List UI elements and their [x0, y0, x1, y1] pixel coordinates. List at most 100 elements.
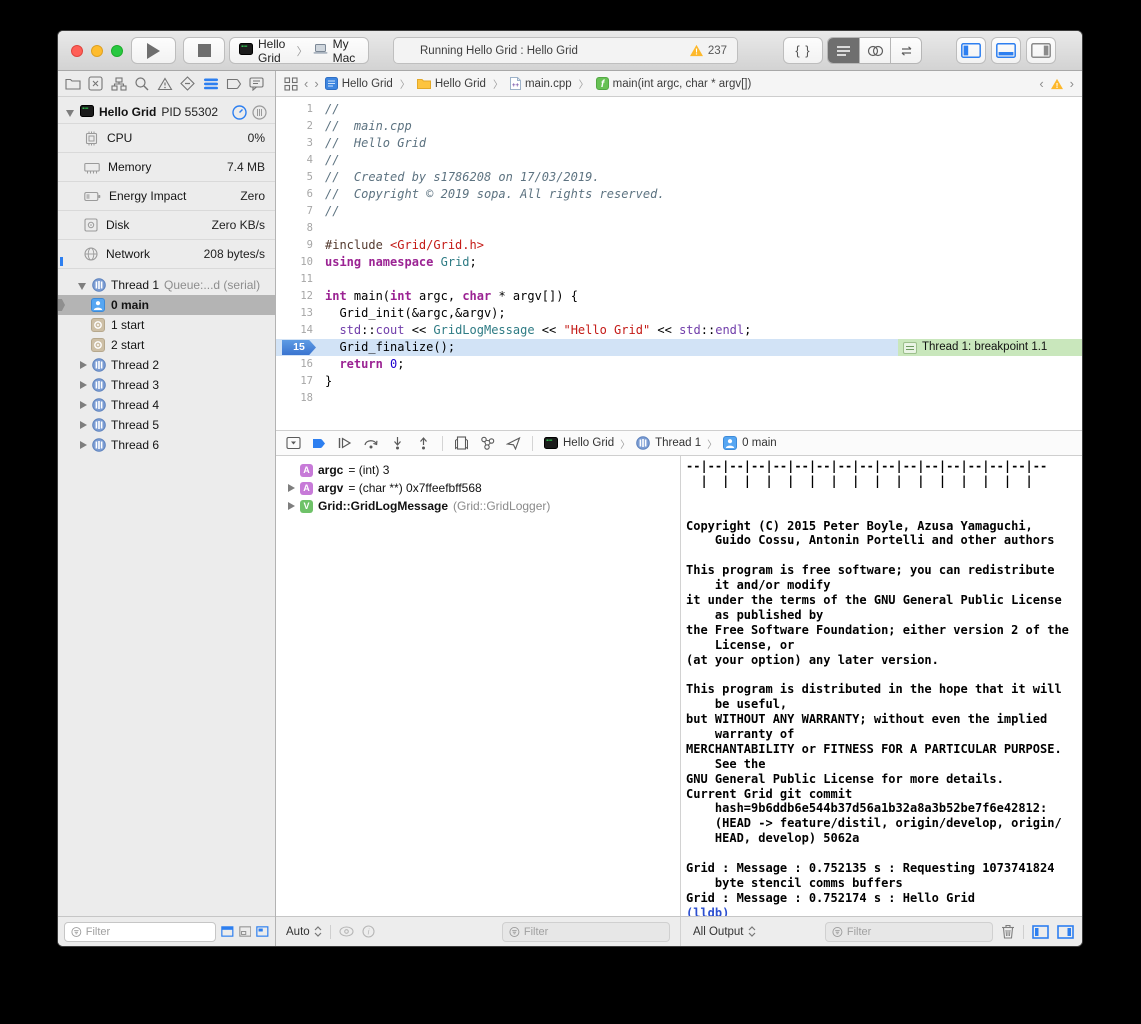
warning-count-badge[interactable]: ! 237 — [689, 44, 727, 57]
thread-row[interactable]: Thread 2 — [58, 355, 275, 375]
line-number[interactable]: 2 — [276, 118, 320, 135]
toggle-debug-area-button[interactable] — [991, 37, 1021, 64]
line-number[interactable]: 18 — [276, 390, 320, 407]
breakpoint-navigator-icon[interactable] — [225, 75, 242, 92]
close-button[interactable] — [71, 45, 83, 57]
gauge-row-cpu[interactable]: CPU0% — [58, 123, 275, 152]
variable-row[interactable]: VGrid::GridLogMessage (Grid::GridLogger) — [276, 497, 680, 515]
disclosure-triangle-icon[interactable] — [66, 108, 75, 117]
gauge-row-energy[interactable]: Energy ImpactZero — [58, 181, 275, 210]
find-navigator-icon[interactable] — [133, 75, 150, 92]
variables-filter-input[interactable] — [524, 926, 663, 938]
toggle-console-view-icon[interactable] — [1057, 925, 1074, 939]
test-navigator-icon[interactable] — [179, 75, 196, 92]
issue-warning-icon[interactable]: ! — [1050, 78, 1064, 90]
disclosure-triangle-icon[interactable] — [78, 361, 87, 370]
previous-issue-button[interactable]: ‹ — [1039, 76, 1043, 91]
stack-frame-row[interactable]: 0 main — [58, 295, 275, 315]
stack-frame-row[interactable]: 2 start — [58, 335, 275, 355]
gauge-row-disk[interactable]: DiskZero KB/s — [58, 210, 275, 239]
issue-navigator-icon[interactable] — [156, 75, 173, 92]
line-number[interactable]: 6 — [276, 186, 320, 203]
symbol-navigator-icon[interactable] — [110, 75, 127, 92]
variables-filter-field[interactable] — [502, 922, 670, 942]
project-navigator-icon[interactable] — [64, 75, 81, 92]
thread-row[interactable]: Thread 1Queue:...d (serial) — [58, 275, 275, 295]
clear-console-trash-icon[interactable] — [1001, 924, 1015, 939]
toggle-inspectors-button[interactable] — [1026, 37, 1056, 64]
memory-graph-icon[interactable] — [480, 436, 495, 450]
minimize-button[interactable] — [91, 45, 103, 57]
debug-filter-flag-icon[interactable] — [221, 925, 234, 938]
debug-navigator-icon[interactable] — [202, 75, 219, 92]
next-issue-button[interactable]: › — [1070, 76, 1074, 91]
console-filter-field[interactable] — [825, 922, 993, 942]
breakpoint-annotation[interactable]: Thread 1: breakpoint 1.1 — [898, 339, 1082, 356]
jump-bar-item[interactable]: fmain(int argc, char * argv[]) — [596, 77, 752, 90]
line-number[interactable]: 7 — [276, 203, 320, 220]
quicklook-eye-icon[interactable] — [339, 926, 354, 937]
breakpoint-badge[interactable]: 15 — [282, 340, 316, 355]
source-control-navigator-icon[interactable] — [87, 75, 104, 92]
variable-row[interactable]: Aargc = (int) 3 — [276, 461, 680, 479]
line-number[interactable]: 4 — [276, 152, 320, 169]
run-button[interactable] — [131, 37, 176, 64]
disclosure-triangle-icon[interactable] — [78, 381, 87, 390]
stack-frame-row[interactable]: 1 start — [58, 315, 275, 335]
process-row[interactable]: Hello Grid PID 55302 — [58, 101, 275, 123]
jump-bar-item[interactable]: Hello Grid — [325, 77, 393, 90]
console-filter-input[interactable] — [847, 926, 986, 938]
debug-filter-stack-icon[interactable] — [239, 925, 252, 938]
jump-bar-item[interactable]: Hello Grid — [417, 78, 486, 90]
line-number[interactable]: 15 — [276, 339, 320, 356]
step-over-icon[interactable] — [363, 436, 379, 450]
line-number[interactable]: 5 — [276, 169, 320, 186]
back-button[interactable]: ‹ — [304, 76, 308, 91]
disclosure-triangle-icon[interactable] — [286, 484, 295, 493]
version-editor-button[interactable] — [890, 38, 921, 63]
variables-scope-popup[interactable]: Auto — [286, 926, 322, 938]
toggle-navigator-button[interactable] — [956, 37, 986, 64]
related-items-icon[interactable] — [284, 77, 298, 91]
disclosure-triangle-icon[interactable] — [78, 401, 87, 410]
disclosure-triangle-icon[interactable] — [78, 421, 87, 430]
disclosure-triangle-icon[interactable] — [78, 281, 87, 290]
breakpoints-toggle-icon[interactable] — [312, 437, 326, 450]
hide-debug-area-icon[interactable] — [286, 436, 301, 450]
line-number[interactable]: 1 — [276, 101, 320, 118]
assistant-editor-button[interactable] — [859, 38, 890, 63]
line-number[interactable]: 17 — [276, 373, 320, 390]
step-into-icon[interactable] — [390, 436, 405, 450]
scheme-selector[interactable]: Hello Grid 〉 My Mac — [229, 37, 369, 64]
jump-bar-item[interactable]: ++main.cpp — [510, 77, 572, 90]
library-button[interactable]: { } — [783, 37, 823, 64]
navigator-filter-input[interactable] — [86, 926, 209, 938]
line-number[interactable]: 10 — [276, 254, 320, 271]
console-output[interactable]: --|--|--|--|--|--|--|--|--|--|--|--|--|-… — [681, 456, 1082, 916]
stop-button[interactable] — [183, 37, 225, 64]
standard-editor-button[interactable] — [828, 38, 859, 63]
console-scope-popup[interactable]: All Output — [693, 926, 756, 938]
debug-navigator-list[interactable]: Hello Grid PID 55302 CPU0%Memory7.4 MBEn… — [58, 97, 275, 916]
continue-execution-icon[interactable] — [337, 436, 352, 450]
line-number[interactable]: 9 — [276, 237, 320, 254]
line-number[interactable]: 11 — [276, 271, 320, 288]
thread-row[interactable]: Thread 4 — [58, 395, 275, 415]
simulate-location-icon[interactable] — [506, 436, 521, 450]
navigator-filter-field[interactable] — [64, 922, 216, 942]
line-number[interactable]: 13 — [276, 305, 320, 322]
step-out-icon[interactable] — [416, 436, 431, 450]
variables-view[interactable]: Aargc = (int) 3Aargv = (char **) 0x7ffee… — [276, 456, 681, 916]
thread-row[interactable]: Thread 6 — [58, 435, 275, 455]
lldb-prompt[interactable]: (lldb) — [686, 906, 1082, 916]
toggle-variables-view-icon[interactable] — [1032, 925, 1049, 939]
report-navigator-icon[interactable] — [248, 75, 265, 92]
view-options-icon[interactable] — [252, 105, 267, 120]
forward-button[interactable]: › — [314, 76, 318, 91]
gauge-indicator-icon[interactable] — [232, 105, 247, 120]
zoom-button[interactable] — [111, 45, 123, 57]
source-editor[interactable]: 1//2// main.cpp3// Hello Grid4//5// Crea… — [276, 97, 1082, 430]
line-number[interactable]: 14 — [276, 322, 320, 339]
line-number[interactable]: 3 — [276, 135, 320, 152]
debug-filter-view-icon[interactable] — [256, 925, 269, 938]
